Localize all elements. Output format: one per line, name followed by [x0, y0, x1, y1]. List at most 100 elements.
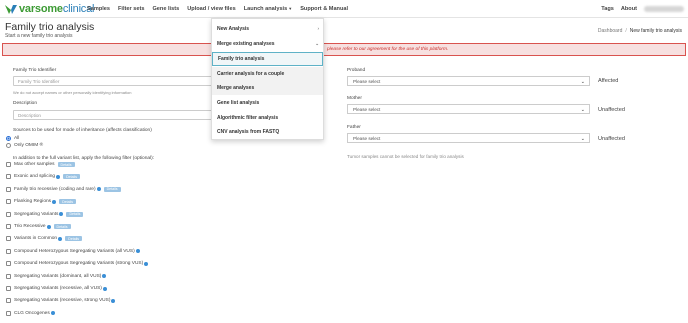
filter-checkbox[interactable]	[6, 310, 11, 316]
filter-label: Segregating Variants (recessive, all VUS…	[14, 286, 102, 291]
filter-row[interactable]: Compound Heterozygous Segregating Varian…	[6, 248, 140, 254]
radio-omim[interactable]: Only OMIM ®	[6, 143, 43, 148]
filter-label: Compound Heterozygous Segregating Varian…	[14, 261, 144, 267]
nav-samples[interactable]: Samples	[87, 6, 110, 12]
filter-edit-button[interactable]: Details	[103, 186, 121, 192]
info-icon[interactable]	[135, 249, 140, 254]
menu-new-analysis[interactable]: New Analysis ›	[212, 22, 323, 36]
chevron-down-icon: ⌄	[580, 79, 585, 85]
filter-row[interactable]: Compound Heterozygous Segregating Varian…	[6, 261, 149, 267]
filter-checkbox[interactable]	[6, 286, 11, 291]
launch-analysis-dropdown: New Analysis › Merge existing analyses ⌄ F…	[211, 18, 324, 140]
menu-family-trio[interactable]: Family trio analysis	[212, 52, 323, 66]
breadcrumb: Dashboard / New family trio analysis	[598, 28, 682, 34]
brand-logo-link[interactable]: varsomeclinical	[4, 2, 94, 16]
tumor-note: Tumor samples cannot be selected for fam…	[347, 154, 464, 159]
info-icon[interactable]	[111, 298, 116, 303]
info-icon[interactable]	[96, 187, 101, 192]
filter-row[interactable]: Exonic and splicing Details	[6, 174, 81, 180]
varsome-logo-icon	[5, 5, 17, 14]
nav-filter-sets[interactable]: Filter sets	[118, 6, 144, 12]
chevron-right-icon: ›	[317, 26, 320, 31]
filter-checkbox[interactable]	[6, 248, 11, 254]
filter-label: CLG Oncogenes	[14, 310, 50, 316]
filter-edit-button[interactable]: Details	[59, 199, 77, 205]
nav-about[interactable]: About	[621, 6, 637, 12]
father-select[interactable]: Please select ⌄	[347, 133, 590, 143]
mother-label: Mother	[347, 96, 362, 101]
nav-tags[interactable]: Tags	[601, 6, 614, 12]
breadcrumb-current: New family trio analysis	[629, 28, 682, 34]
filter-label: Exonic and splicing	[14, 174, 56, 180]
radio-all[interactable]: All	[6, 136, 19, 141]
filter-label: Segregating Variants (dominant, all VUS)	[14, 273, 102, 279]
menu-carrier-couple[interactable]: Carrier analysis for a couple	[212, 67, 323, 81]
filter-row[interactable]: Flanking Regions Details	[6, 199, 77, 205]
filter-checkbox[interactable]	[6, 273, 11, 279]
filter-edit-button[interactable]: Details	[66, 211, 84, 217]
filter-row[interactable]: Trio Recessive Details	[6, 224, 71, 229]
filter-label: Max other samples	[14, 162, 55, 167]
filter-edit-button[interactable]: Details	[65, 236, 83, 242]
info-icon[interactable]	[52, 199, 57, 204]
menu-merge-existing[interactable]: Merge existing analyses ⌄	[212, 37, 323, 51]
filter-checkbox[interactable]	[6, 186, 11, 192]
radio-omim-control[interactable]	[6, 143, 11, 148]
filter-row[interactable]: Segregating Variants (recessive, strong …	[6, 298, 116, 304]
user-menu[interactable]	[644, 6, 684, 12]
nav-gene-lists[interactable]: Gene lists	[152, 6, 179, 12]
info-icon[interactable]	[56, 174, 61, 179]
menu-merge-analyses[interactable]: Merge analyses	[212, 81, 323, 95]
filter-checkbox[interactable]	[6, 174, 11, 180]
filter-intro: In addition to the full variant list, ap…	[13, 156, 155, 161]
menu-cnv-fastq[interactable]: CNV analysis from FASTQ	[212, 125, 323, 139]
filter-label: Trio Recessive	[14, 224, 46, 229]
filter-row[interactable]: Segregating Variants (dominant, all VUS)	[6, 273, 107, 279]
top-navbar: varsomeclinical Samples Filter sets Gene…	[0, 0, 688, 18]
menu-gene-list[interactable]: Gene list analysis	[212, 96, 323, 110]
nav-support-manual[interactable]: Support & Manual	[300, 6, 348, 12]
info-icon[interactable]	[50, 311, 55, 316]
identifier-help-text: We do not accept names or other personal…	[13, 90, 132, 95]
filter-label: Flanking Regions	[14, 199, 52, 205]
breadcrumb-dashboard[interactable]: Dashboard	[598, 28, 622, 34]
filter-row[interactable]: Variants in Common Details	[6, 236, 83, 242]
agreement-alert: please refer to our agreement for the us…	[2, 43, 686, 56]
filter-checkbox[interactable]	[6, 261, 11, 267]
proband-select[interactable]: Please select ⌄	[347, 76, 590, 86]
filter-row[interactable]: Max other samples Details	[6, 162, 75, 167]
filter-checkbox[interactable]	[6, 236, 11, 242]
info-icon[interactable]	[58, 236, 63, 241]
filter-row[interactable]: Segregating Variants Details	[6, 211, 84, 217]
filter-checkbox[interactable]	[6, 224, 11, 229]
info-icon[interactable]	[102, 286, 107, 291]
breadcrumb-separator: /	[625, 28, 627, 34]
mother-select[interactable]: Please select ⌄	[347, 104, 590, 114]
mother-status: Unaffected	[598, 107, 625, 113]
filter-checkbox[interactable]	[6, 162, 11, 167]
info-icon[interactable]	[144, 261, 149, 266]
info-icon[interactable]	[46, 224, 51, 229]
menu-algorithmic-filter[interactable]: Algorithmic filter analysis	[212, 111, 323, 125]
filter-edit-button[interactable]: Details	[57, 162, 75, 167]
filter-checkbox[interactable]	[6, 211, 11, 217]
identifier-label: Family Trio Identifier	[13, 68, 57, 73]
nav-upload-files[interactable]: Upload / view files	[187, 6, 236, 12]
filter-label: Variants in Common	[14, 236, 58, 242]
filter-row[interactable]: Family trio recessive (coding and rare) D…	[6, 186, 121, 192]
filter-checkbox[interactable]	[6, 298, 11, 304]
filter-edit-button[interactable]: Details	[63, 174, 81, 180]
radio-all-control[interactable]	[6, 136, 11, 141]
filter-row[interactable]: CLG Oncogenes	[6, 310, 55, 316]
chevron-down-icon: ⌄	[315, 41, 319, 46]
filter-checkbox[interactable]	[6, 199, 11, 205]
filter-row[interactable]: Segregating Variants (recessive, all VUS…	[6, 286, 107, 291]
description-label: Description	[13, 101, 37, 106]
nav-launch-analysis[interactable]: Launch analysis▼	[244, 6, 293, 12]
filter-edit-button[interactable]: Details	[53, 224, 71, 229]
chevron-down-icon: ▼	[288, 6, 293, 11]
filter-label: Segregating Variants	[14, 211, 59, 217]
brand-name: varsomeclinical	[19, 3, 95, 15]
info-icon[interactable]	[102, 274, 107, 279]
info-icon[interactable]	[59, 212, 64, 217]
